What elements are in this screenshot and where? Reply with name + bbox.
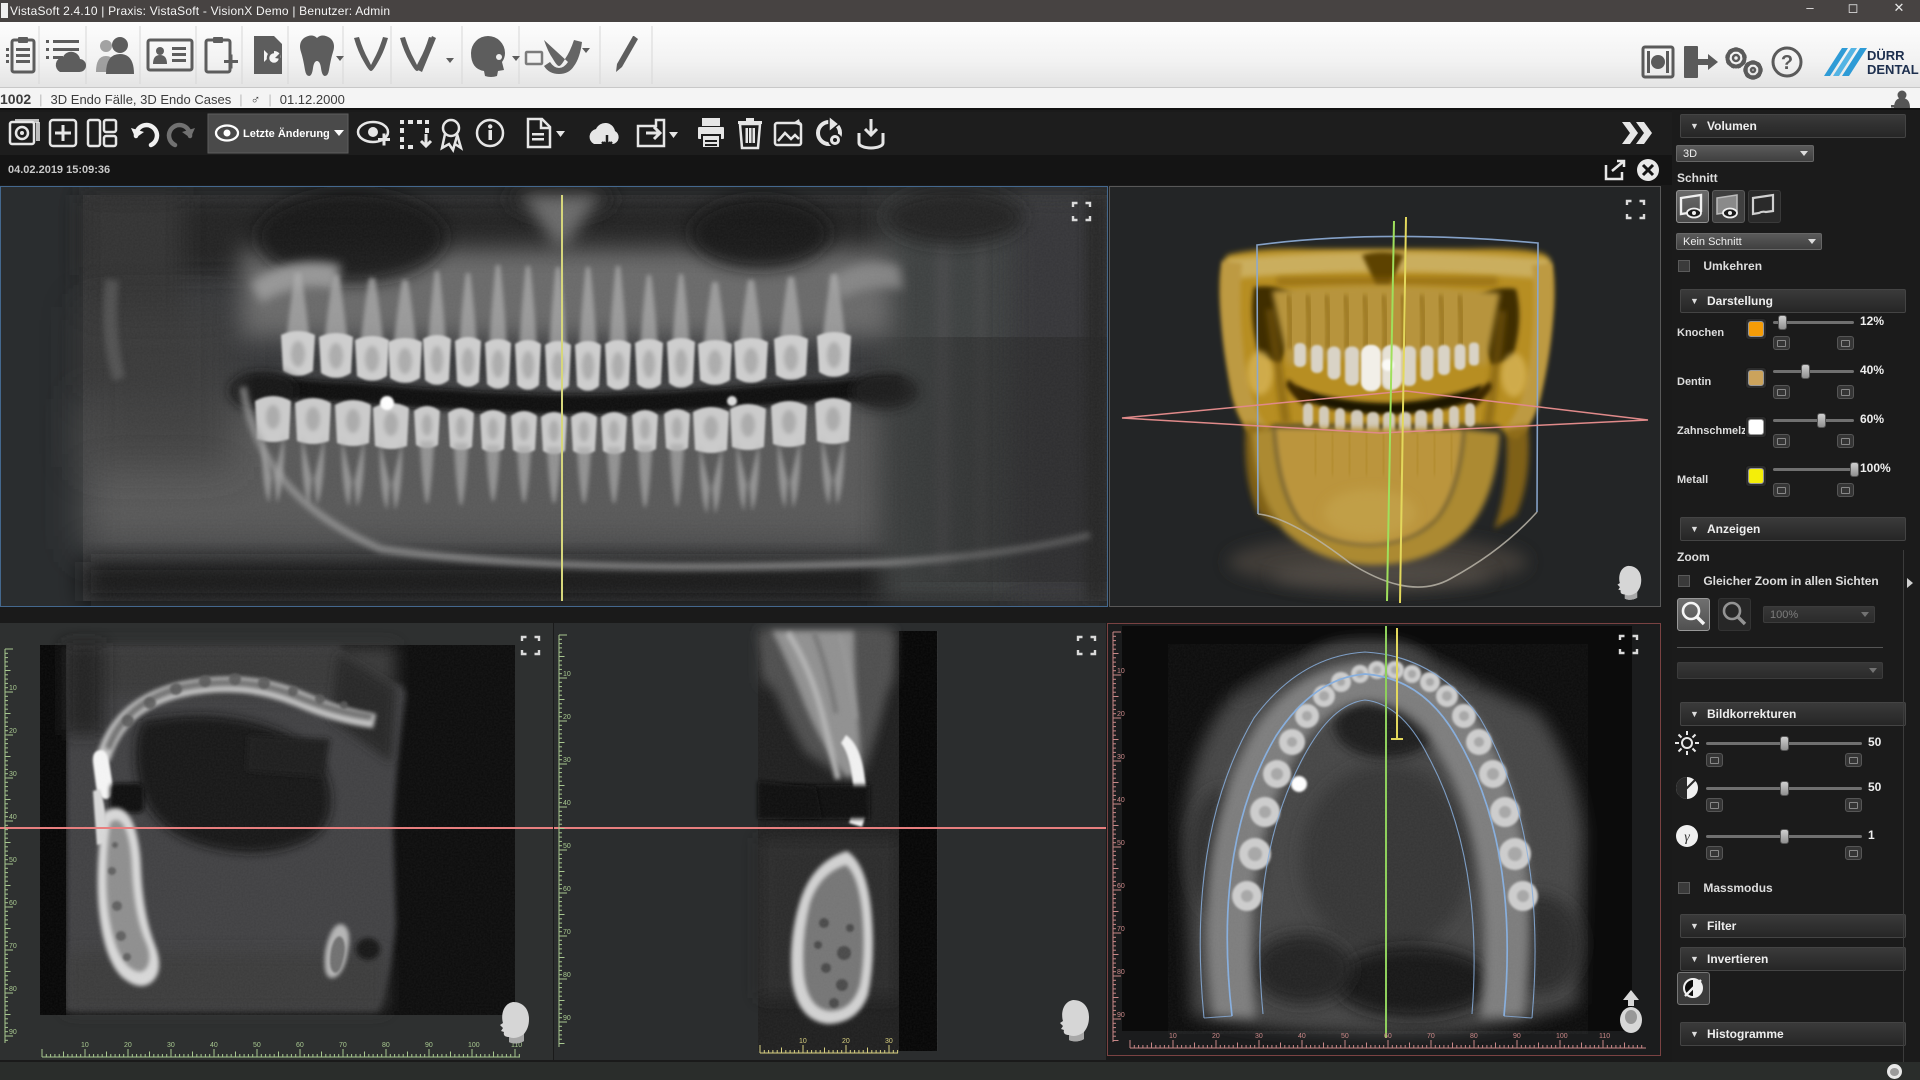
svg-text:10: 10 — [563, 671, 571, 678]
svg-text:90: 90 — [1513, 1033, 1521, 1040]
svg-text:20: 20 — [9, 728, 17, 735]
svg-text:20: 20 — [563, 714, 571, 721]
svg-text:DENTAL: DENTAL — [1867, 62, 1919, 77]
svg-text:60: 60 — [9, 900, 17, 907]
svg-text:20: 20 — [1212, 1033, 1220, 1040]
svg-text:70: 70 — [1427, 1033, 1435, 1040]
svg-text:40: 40 — [563, 800, 571, 807]
svg-text:40: 40 — [1298, 1033, 1306, 1040]
svg-text:60: 60 — [563, 886, 571, 893]
svg-text:30: 30 — [563, 757, 571, 764]
svg-text:20: 20 — [842, 1038, 850, 1045]
svg-text:70: 70 — [9, 943, 17, 950]
svg-text:20: 20 — [1117, 711, 1125, 718]
svg-text:40: 40 — [210, 1042, 218, 1049]
svg-text:40: 40 — [9, 814, 17, 821]
svg-text:γ: γ — [1684, 830, 1690, 845]
svg-text:10: 10 — [81, 1042, 89, 1049]
svg-text:80: 80 — [563, 972, 571, 979]
svg-text:60: 60 — [1384, 1033, 1392, 1040]
svg-text:60: 60 — [1117, 883, 1125, 890]
svg-text:110: 110 — [1599, 1033, 1610, 1040]
svg-text:20: 20 — [124, 1042, 132, 1049]
svg-text:40: 40 — [1117, 797, 1125, 804]
svg-text:50: 50 — [563, 843, 571, 850]
svg-text:10: 10 — [799, 1038, 807, 1045]
svg-text:70: 70 — [339, 1042, 347, 1049]
svg-text:30: 30 — [9, 771, 17, 778]
svg-text:70: 70 — [563, 929, 571, 936]
svg-text:100: 100 — [468, 1042, 480, 1049]
svg-text:30: 30 — [167, 1042, 175, 1049]
svg-text:10: 10 — [9, 685, 17, 692]
svg-text:50: 50 — [253, 1042, 261, 1049]
svg-text:100: 100 — [1556, 1033, 1568, 1040]
svg-text:90: 90 — [563, 1015, 571, 1022]
svg-text:90: 90 — [1117, 1012, 1125, 1019]
svg-text:90: 90 — [9, 1029, 17, 1036]
svg-text:80: 80 — [1470, 1033, 1478, 1040]
svg-text:70: 70 — [1117, 926, 1125, 933]
svg-text:50: 50 — [1117, 840, 1125, 847]
svg-text:30: 30 — [885, 1038, 893, 1045]
svg-text:Letzte Änderung: Letzte Änderung — [243, 127, 330, 140]
svg-text:DÜRR: DÜRR — [1867, 48, 1905, 63]
svg-text:50: 50 — [9, 857, 17, 864]
svg-text:30: 30 — [1117, 754, 1125, 761]
svg-text:60: 60 — [296, 1042, 304, 1049]
svg-text:90: 90 — [425, 1042, 433, 1049]
svg-text:10: 10 — [1169, 1033, 1177, 1040]
svg-text:50: 50 — [1341, 1033, 1349, 1040]
svg-text:10: 10 — [1117, 668, 1125, 675]
svg-text:30: 30 — [1255, 1033, 1263, 1040]
svg-text:80: 80 — [9, 986, 17, 993]
svg-text:80: 80 — [382, 1042, 390, 1049]
svg-text:80: 80 — [1117, 969, 1125, 976]
svg-text:?: ? — [1781, 52, 1793, 74]
